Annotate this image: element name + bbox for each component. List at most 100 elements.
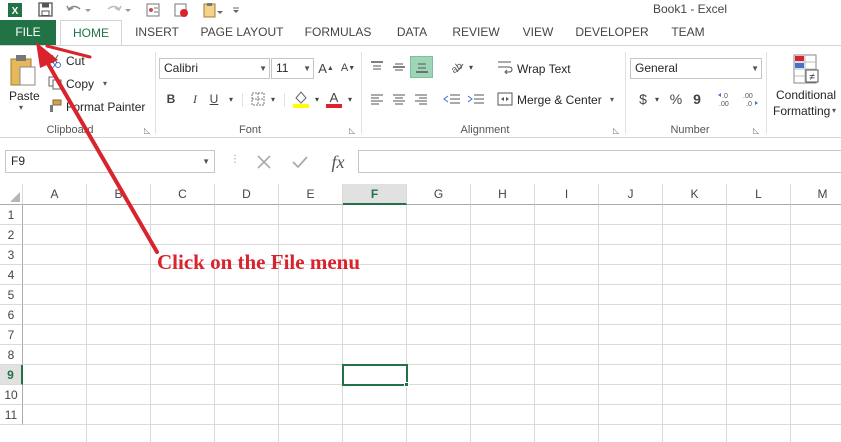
row-header-10[interactable]: 10	[0, 385, 23, 405]
tab-file[interactable]: FILE	[0, 20, 56, 45]
row-header-3[interactable]: 3	[0, 245, 23, 265]
tab-developer[interactable]: DEVELOPER	[572, 20, 652, 45]
align-right-icon[interactable]	[412, 90, 430, 108]
comma-style-button[interactable]: 9	[690, 90, 704, 108]
tab-insert[interactable]: INSERT	[128, 20, 186, 45]
formula-bar-grip-icon[interactable]: ⋮	[230, 154, 240, 165]
decrease-decimal-icon[interactable]: .00.0	[740, 88, 762, 110]
column-header-k[interactable]: K	[663, 184, 727, 205]
fill-color-icon[interactable]	[291, 88, 311, 110]
save-icon[interactable]	[36, 1, 54, 18]
column-header-a[interactable]: A	[23, 184, 87, 205]
fill-color-dropdown-icon[interactable]: ▾	[312, 90, 322, 108]
number-launcher-icon[interactable]: ◺	[753, 126, 759, 135]
align-left-icon[interactable]	[368, 90, 386, 108]
cut-button[interactable]: Cut	[66, 54, 85, 68]
italic-button[interactable]: I	[188, 90, 202, 108]
insert-function-button[interactable]: fx	[324, 151, 352, 173]
select-all-corner[interactable]	[0, 184, 23, 205]
confirm-entry-icon[interactable]	[288, 151, 312, 173]
record-macro-icon[interactable]	[172, 1, 190, 18]
top-align-icon[interactable]	[368, 58, 386, 76]
currency-button[interactable]: $	[636, 90, 650, 108]
row-header-5[interactable]: 5	[0, 285, 23, 305]
column-header-h[interactable]: H	[471, 184, 535, 205]
customize-qat-icon[interactable]	[230, 1, 242, 18]
column-header-d[interactable]: D	[215, 184, 279, 205]
column-header-i[interactable]: I	[535, 184, 599, 205]
fill-handle[interactable]	[404, 382, 409, 387]
row-header-8[interactable]: 8	[0, 345, 23, 365]
underline-dropdown-icon[interactable]: ▾	[226, 90, 236, 108]
tab-view[interactable]: VIEW	[514, 20, 562, 45]
font-launcher-icon[interactable]: ◺	[349, 126, 355, 135]
column-header-c[interactable]: C	[151, 184, 215, 205]
merge-center-dropdown-icon[interactable]: ▾	[610, 95, 614, 104]
wrap-text-button[interactable]: Wrap Text	[517, 62, 571, 76]
name-box[interactable]: F9 ▼	[5, 150, 215, 173]
form-icon[interactable]	[144, 1, 162, 18]
alignment-launcher-icon[interactable]: ◺	[613, 126, 619, 135]
tab-page-layout[interactable]: PAGE LAYOUT	[196, 20, 288, 45]
cancel-entry-icon[interactable]	[252, 151, 276, 173]
middle-align-icon[interactable]	[390, 58, 408, 76]
clipboard-launcher-icon[interactable]: ◺	[144, 126, 150, 135]
align-center-icon[interactable]	[390, 90, 408, 108]
row-header-1[interactable]: 1	[0, 205, 23, 225]
font-name-dropdown-icon[interactable]: ▼	[259, 59, 267, 78]
column-header-m[interactable]: M	[791, 184, 841, 205]
increase-font-size-icon[interactable]: A ▲	[318, 59, 334, 77]
row-header-9[interactable]: 9	[0, 365, 23, 385]
decrease-font-size-icon[interactable]: A ▼	[340, 59, 356, 77]
formula-input[interactable]	[358, 150, 841, 173]
column-header-f[interactable]: F	[343, 184, 407, 205]
increase-decimal-icon[interactable]: .0.00	[716, 88, 738, 110]
orientation-icon[interactable]: ab	[446, 58, 466, 76]
paste-icon[interactable]	[6, 52, 40, 90]
column-header-g[interactable]: G	[407, 184, 471, 205]
font-color-dropdown-icon[interactable]: ▾	[345, 90, 355, 108]
active-cell-f9[interactable]	[342, 364, 408, 386]
tab-data[interactable]: DATA	[388, 20, 436, 45]
row-header-2[interactable]: 2	[0, 225, 23, 245]
font-size-dropdown-icon[interactable]: ▼	[303, 59, 311, 78]
paste-dropdown-arrow-icon[interactable]: ▾	[19, 103, 23, 112]
conditional-formatting-dropdown-icon[interactable]: ▾	[832, 106, 836, 115]
increase-indent-icon[interactable]	[466, 90, 486, 108]
conditional-formatting-label-line2[interactable]: Formatting	[773, 104, 830, 118]
number-format-combo[interactable]: General ▼	[630, 58, 762, 79]
name-box-dropdown-icon[interactable]: ▼	[202, 151, 210, 172]
row-header-11[interactable]: 11	[0, 405, 23, 425]
bottom-align-icon[interactable]	[410, 56, 433, 78]
borders-icon[interactable]	[249, 90, 267, 108]
decrease-indent-icon[interactable]	[442, 90, 462, 108]
tab-review[interactable]: REVIEW	[446, 20, 506, 45]
number-format-dropdown-icon[interactable]: ▼	[751, 59, 759, 78]
bold-button[interactable]: B	[164, 90, 178, 108]
orientation-dropdown-icon[interactable]: ▾	[466, 58, 476, 76]
font-name-combo[interactable]: Calibri ▼	[159, 58, 270, 79]
copy-button[interactable]: Copy	[66, 77, 94, 91]
row-header-6[interactable]: 6	[0, 305, 23, 325]
borders-dropdown-icon[interactable]: ▾	[268, 90, 278, 108]
percent-button[interactable]: %	[668, 90, 684, 108]
merge-center-button[interactable]: Merge & Center	[517, 93, 602, 107]
redo-icon[interactable]	[104, 1, 132, 18]
row-header-7[interactable]: 7	[0, 325, 23, 345]
copy-dropdown-arrow-icon[interactable]: ▾	[103, 79, 107, 88]
tab-home[interactable]: HOME	[60, 20, 122, 46]
clipboard-macro-icon[interactable]	[200, 1, 226, 18]
tab-formulas[interactable]: FORMULAS	[298, 20, 378, 45]
font-color-icon[interactable]: A	[324, 88, 344, 110]
underline-button[interactable]: U	[207, 90, 221, 108]
undo-icon[interactable]	[64, 1, 92, 18]
format-painter-button[interactable]: Format Painter	[66, 100, 145, 114]
column-header-j[interactable]: J	[599, 184, 663, 205]
conditional-formatting-label-line1[interactable]: Conditional	[776, 88, 836, 102]
row-header-4[interactable]: 4	[0, 265, 23, 285]
currency-dropdown-icon[interactable]: ▾	[652, 90, 662, 108]
paste-button[interactable]: Paste	[9, 89, 40, 103]
column-header-l[interactable]: L	[727, 184, 791, 205]
column-header-b[interactable]: B	[87, 184, 151, 205]
column-header-e[interactable]: E	[279, 184, 343, 205]
